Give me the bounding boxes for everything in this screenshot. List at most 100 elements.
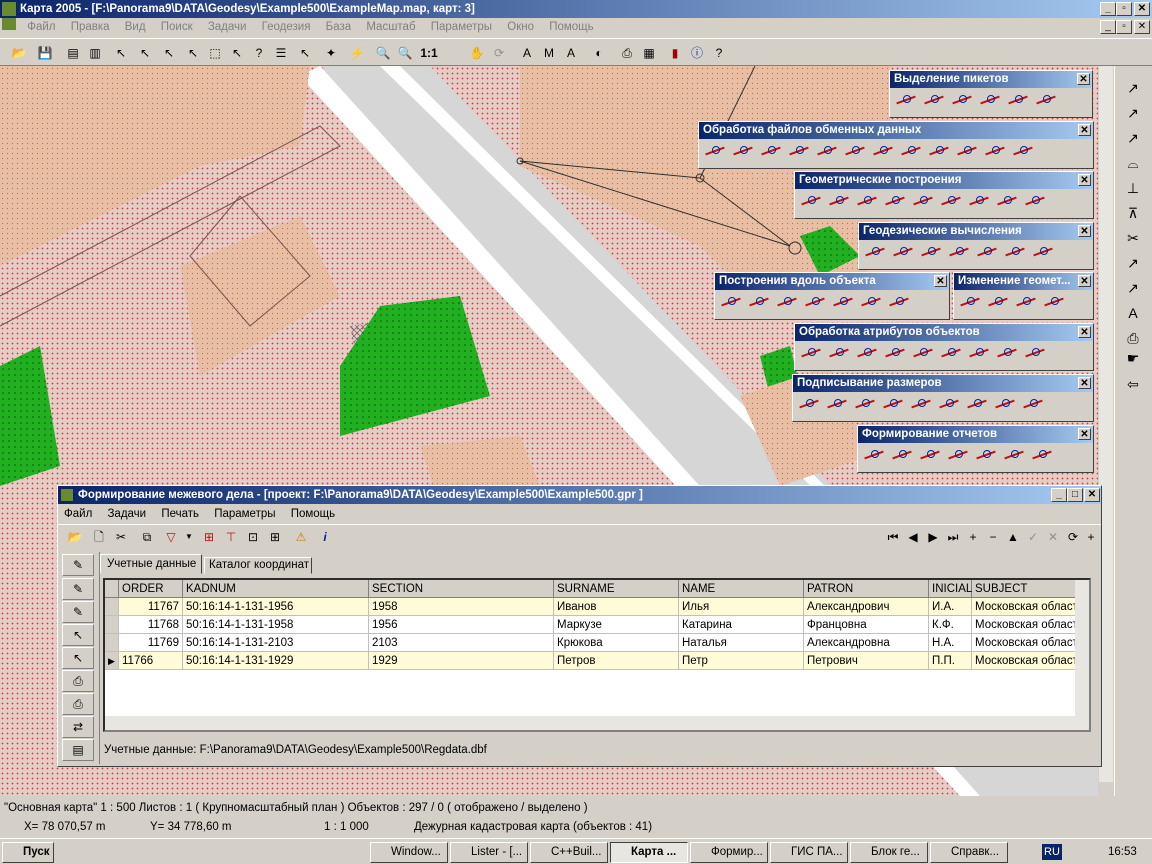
dropdown-icon[interactable]: ▼ [180, 528, 198, 546]
csv-icon[interactable] [759, 142, 783, 160]
geodetic-tool-icon[interactable] [1031, 243, 1055, 261]
select-area-icon[interactable]: ↖ [184, 44, 202, 62]
vertex-tool-icon[interactable]: ↗ [1118, 101, 1148, 125]
text-frame-icon[interactable]: A [562, 44, 580, 62]
book-icon[interactable]: ▥ [86, 44, 104, 62]
menu-geodesy[interactable]: Геодезия [262, 21, 311, 33]
case-menu-print[interactable]: Печать [161, 508, 199, 520]
table-cell[interactable]: 1929 [369, 652, 554, 670]
table-cell[interactable]: Наталья [679, 634, 804, 652]
table-cell[interactable]: Александрович [804, 598, 929, 616]
geodetic-tool-icon[interactable] [919, 243, 943, 261]
first-record-icon[interactable]: ⏮ [884, 528, 902, 546]
edit-record-tool-icon[interactable]: ✎ [62, 578, 94, 600]
table-cell[interactable]: Францовна [804, 616, 929, 634]
vertex-tool-icon[interactable]: ↗ [1118, 251, 1148, 275]
report-tool-icon[interactable] [1030, 446, 1054, 464]
table-cell[interactable]: 50:16:14-1-131-1929 [183, 652, 369, 670]
vertex-tool-icon[interactable]: ↗ [1118, 276, 1148, 300]
menu-tasks[interactable]: Задачи [208, 21, 247, 33]
restore-button[interactable]: ▫ [1116, 2, 1132, 16]
edit-record-icon[interactable]: ▲ [1004, 528, 1022, 546]
table-cell[interactable]: 1956 [369, 616, 554, 634]
col-subject[interactable]: SUBJECT [972, 580, 1077, 598]
tab-registration[interactable]: Учетные данные [100, 554, 202, 574]
exit-icon[interactable]: ⇦ [1118, 372, 1148, 396]
table-cell[interactable]: 11768 [119, 616, 183, 634]
transfer-icon[interactable]: ⇄ [62, 716, 94, 738]
vertex-tool-icon[interactable]: ↗ [1118, 76, 1148, 100]
attribute-tool-icon[interactable] [911, 344, 935, 362]
taskbar-item[interactable]: ГИС ПА... [770, 842, 848, 863]
table-cell[interactable]: Петров [554, 652, 679, 670]
grid-tool-icon[interactable]: ⊞ [200, 528, 218, 546]
xyh-icon[interactable] [983, 142, 1007, 160]
dimension-tool-icon[interactable] [825, 395, 849, 413]
picket-tool-icon[interactable] [1034, 91, 1058, 109]
zoom-in-icon[interactable]: 🔍 [396, 44, 414, 62]
attribute-tool-icon[interactable] [995, 344, 1019, 362]
refresh-icon[interactable]: ⟳ [490, 44, 508, 62]
palette-icon[interactable]: ◐ [590, 44, 608, 62]
table-cell[interactable]: 11766 [119, 652, 183, 670]
table-cell[interactable]: Петрович [804, 652, 929, 670]
table-cell[interactable]: 11769 [119, 634, 183, 652]
attribute-tool-icon[interactable] [855, 344, 879, 362]
geodetic-tool-icon[interactable] [863, 243, 887, 261]
menu-edit[interactable]: Правка [71, 21, 110, 33]
table-cell[interactable]: Московская област [972, 634, 1077, 652]
dbf-icon[interactable] [843, 142, 867, 160]
attribute-tool-icon[interactable] [939, 344, 963, 362]
minimize-button[interactable]: _ [1100, 2, 1116, 16]
table-cell[interactable]: 50:16:14-1-131-1956 [183, 598, 369, 616]
report-tool-icon[interactable] [890, 446, 914, 464]
select-rect-icon[interactable]: ⬚ [206, 44, 224, 62]
info-icon[interactable]: ⓘ [688, 44, 706, 62]
table-cell[interactable]: Московская област [972, 652, 1077, 670]
report-tool-icon[interactable] [862, 446, 886, 464]
layers-icon[interactable]: ▤ [64, 44, 82, 62]
scale-1-1-button[interactable]: 1:1 [418, 44, 440, 62]
close-icon[interactable]: ✕ [1078, 275, 1091, 287]
warning-icon[interactable]: ⚠ [292, 528, 310, 546]
table-cell[interactable]: Иванов [554, 598, 679, 616]
col-surname[interactable]: SURNAME [554, 580, 679, 598]
csv-icon[interactable] [955, 142, 979, 160]
save-icon[interactable]: 💾 [36, 44, 54, 62]
along-tool-icon[interactable] [831, 293, 855, 311]
print-tool-icon[interactable]: ⎙ [62, 670, 94, 692]
col-patron[interactable]: PATRON [804, 580, 929, 598]
menu-base[interactable]: База [326, 21, 351, 33]
table-cell[interactable]: П.П. [929, 652, 972, 670]
dimension-tool-icon[interactable] [965, 395, 989, 413]
geometry-tool-icon[interactable] [883, 192, 907, 210]
report-tool-icon[interactable] [1002, 446, 1026, 464]
start-button[interactable]: Пуск [2, 842, 54, 863]
scissors-icon[interactable]: ✂ [1118, 226, 1148, 250]
open-project-icon[interactable]: 📂 [66, 528, 84, 546]
table-cell[interactable]: 11767 [119, 598, 183, 616]
context-help-icon[interactable]: ? [710, 44, 728, 62]
hand-icon[interactable]: ☛ [1118, 346, 1148, 370]
edit-geometry-icon[interactable] [958, 293, 982, 311]
case-menu-help[interactable]: Помощь [291, 508, 335, 520]
geometry-tool-icon[interactable] [911, 192, 935, 210]
ruler-icon[interactable]: ⊥ [1118, 176, 1148, 200]
dbf-icon[interactable] [815, 142, 839, 160]
copy-icon[interactable]: ⧉ [138, 528, 156, 546]
case-close-button[interactable]: ✕ [1084, 488, 1100, 502]
measure-icon[interactable]: ⊼ [1118, 201, 1148, 225]
taskbar-item[interactable]: Window... [370, 842, 448, 863]
table-cell[interactable]: Петр [679, 652, 804, 670]
csv-icon[interactable] [899, 142, 923, 160]
col-name[interactable]: NAME [679, 580, 804, 598]
menu-view[interactable]: Вид [125, 21, 146, 33]
language-indicator[interactable]: RU [1042, 844, 1062, 860]
new-icon[interactable]: 🗋 [90, 528, 108, 546]
row-indicator[interactable] [105, 634, 119, 652]
select-text-icon[interactable]: ↖ [136, 44, 154, 62]
menu-file[interactable]: Файл [27, 21, 55, 33]
geometry-tool-icon[interactable] [799, 192, 823, 210]
col-inicial[interactable]: INICIAL [929, 580, 972, 598]
filter-icon[interactable]: ▽ [162, 528, 180, 546]
